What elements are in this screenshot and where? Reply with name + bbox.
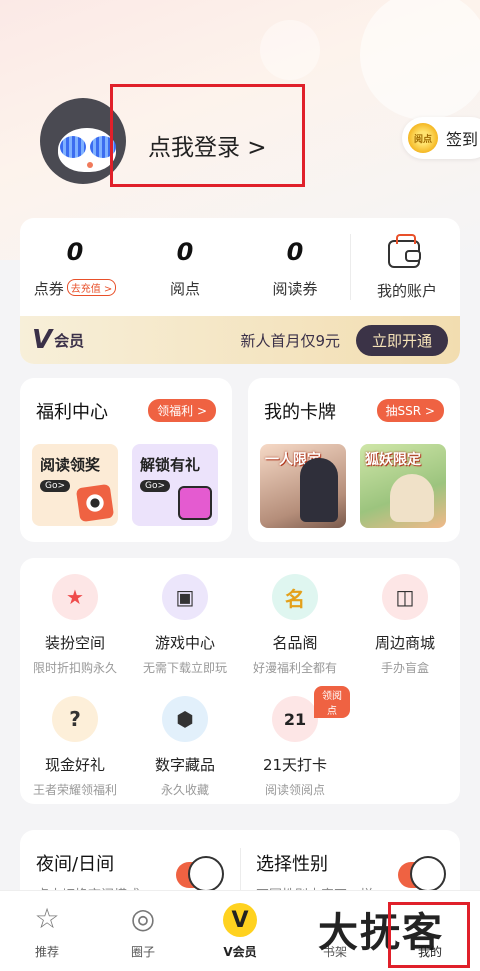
login-highlight-box <box>110 84 305 187</box>
calendar-21-icon: 21 <box>272 696 318 742</box>
wallet-icon <box>388 234 421 268</box>
service-name: 游戏中心 <box>154 634 215 652</box>
vip-logo-text: 会员 <box>54 331 85 350</box>
checkin-badge: 领阅点 <box>314 686 350 718</box>
service-sub: 王者荣耀领福利 <box>32 783 117 797</box>
vip-logo: V <box>32 325 53 355</box>
service-sub: 永久收藏 <box>160 783 209 797</box>
service-sub: 阅读领阅点 <box>264 783 325 797</box>
divider <box>350 234 351 300</box>
recharge-chip[interactable]: 去充值 > <box>66 279 117 296</box>
service-sub: 好漫福利全都有 <box>252 661 337 675</box>
tab-label: 圈子 <box>130 945 155 959</box>
welfare-center-card: 福利中心 领福利 > 阅读领奖 Go> 解锁有礼 Go> <box>20 378 232 542</box>
card-image[interactable]: 一人限定 <box>260 444 346 528</box>
my-cards-card: 我的卡牌 抽SSR > 一人限定 狐妖限定 <box>248 378 460 542</box>
stat-read-points[interactable]: 0 阅点 <box>135 238 235 299</box>
coin-icon: 阅点 <box>408 123 438 153</box>
service-name: 数字藏品 <box>154 756 215 774</box>
service-name: 周边商城 <box>374 634 435 652</box>
stat-value: 0 <box>286 238 304 266</box>
night-mode-toggle[interactable] <box>176 856 224 892</box>
card-caption: 狐妖限定 <box>365 452 421 468</box>
stat-coupons[interactable]: 0 点券 去充值 > <box>25 238 125 299</box>
mine-tab-highlight-box <box>388 902 470 968</box>
tile-title: 阅读领奖 <box>40 456 101 474</box>
tab-circle[interactable]: ◎ 圈子 <box>108 901 178 960</box>
stat-label: 点券 去充值 > <box>25 278 125 299</box>
service-cash-gift[interactable]: ? 现金好礼 王者荣耀领福利 <box>20 696 130 798</box>
ming-badge-icon: 名 <box>272 574 318 620</box>
stat-label: 阅读券 <box>272 280 318 298</box>
services-grid: ★ 装扮空间 限时折扣购永久 ▣ 游戏中心 无需下载立即玩 名 名品阁 好漫福利… <box>20 558 460 804</box>
service-name: 装扮空间 <box>44 634 105 652</box>
sunglasses-left-lens <box>60 136 86 158</box>
tab-label: V会员 <box>223 945 257 959</box>
signin-label: 签到 <box>446 130 479 149</box>
avatar-nose <box>87 162 93 168</box>
pref-title: 夜间/日间 <box>36 854 115 875</box>
vip-banner[interactable]: V 会员 新人首月仅9元 立即开通 <box>20 316 460 364</box>
character-figure <box>390 474 434 522</box>
unlock-gift-tile[interactable]: 解锁有礼 Go> <box>132 444 218 526</box>
service-merch-mall[interactable]: ◫ 周边商城 手办盲盒 <box>350 574 460 676</box>
service-ming-pavilion[interactable]: 名 名品阁 好漫福利全都有 <box>240 574 350 676</box>
signin-button[interactable]: 阅点 签到 <box>402 117 480 159</box>
circle-icon: ◎ <box>130 901 156 935</box>
stat-value: 0 <box>66 238 84 266</box>
gift-box-icon: ? <box>52 696 98 742</box>
gamepad-icon: ▣ <box>162 574 208 620</box>
service-21-day-checkin[interactable]: 21 领阅点 21天打卡 阅读领阅点 <box>240 686 350 798</box>
tab-recommend[interactable]: ☆ 推荐 <box>12 901 82 960</box>
gift-bag-icon <box>178 486 212 520</box>
stat-read-tickets[interactable]: 0 阅读券 <box>245 238 345 299</box>
toggle-knob <box>410 856 446 892</box>
decorative-circle <box>260 20 320 80</box>
shop-bag-icon: ◫ <box>382 574 428 620</box>
target-icon <box>75 483 115 523</box>
divider <box>240 848 241 894</box>
tab-label: 推荐 <box>34 945 59 959</box>
vip-open-button[interactable]: 立即开通 <box>355 324 448 356</box>
welfare-button[interactable]: 领福利 > <box>148 399 216 422</box>
service-sub: 无需下载立即玩 <box>142 661 227 675</box>
pref-title: 选择性别 <box>256 854 328 875</box>
gender-toggle[interactable] <box>398 856 446 892</box>
service-name: 名品阁 <box>272 634 318 652</box>
service-digital-collectibles[interactable]: ⬢ 数字藏品 永久收藏 <box>130 696 240 798</box>
cards-title: 我的卡牌 <box>264 402 336 423</box>
toggle-knob <box>188 856 224 892</box>
tile-title: 解锁有礼 <box>140 456 201 474</box>
welfare-title: 福利中心 <box>36 402 108 423</box>
stat-value: 0 <box>176 238 194 266</box>
cube-icon: ⬢ <box>162 696 208 742</box>
service-dress-up[interactable]: ★ 装扮空间 限时折扣购永久 <box>20 574 130 676</box>
my-account-button[interactable]: 我的账户 <box>354 218 460 314</box>
draw-ssr-button[interactable]: 抽SSR > <box>376 399 444 422</box>
shirt-star-icon: ★ <box>52 574 98 620</box>
card-image[interactable]: 狐妖限定 <box>360 444 446 528</box>
read-reward-tile[interactable]: 阅读领奖 Go> <box>32 444 118 526</box>
tab-vip[interactable]: V V会员 <box>205 903 275 960</box>
my-account-label: 我的账户 <box>376 282 437 300</box>
go-chip: Go> <box>140 480 171 492</box>
stat-label: 阅点 <box>169 280 200 298</box>
service-name: 21天打卡 <box>262 756 328 774</box>
star-icon: ☆ <box>34 901 60 935</box>
vip-promo-text: 新人首月仅9元 <box>240 331 340 350</box>
account-card: 0 点券 去充值 > 0 阅点 0 阅读券 我的账户 V 会员 新人首月仅9元 立… <box>20 218 460 364</box>
service-sub: 限时折扣购永久 <box>32 661 117 675</box>
character-figure <box>300 458 338 522</box>
vip-v-icon: V <box>223 903 257 937</box>
service-name: 现金好礼 <box>44 756 105 774</box>
go-chip: Go> <box>40 480 71 492</box>
service-sub: 手办盲盒 <box>380 661 429 675</box>
service-game-center[interactable]: ▣ 游戏中心 无需下载立即玩 <box>130 574 240 676</box>
